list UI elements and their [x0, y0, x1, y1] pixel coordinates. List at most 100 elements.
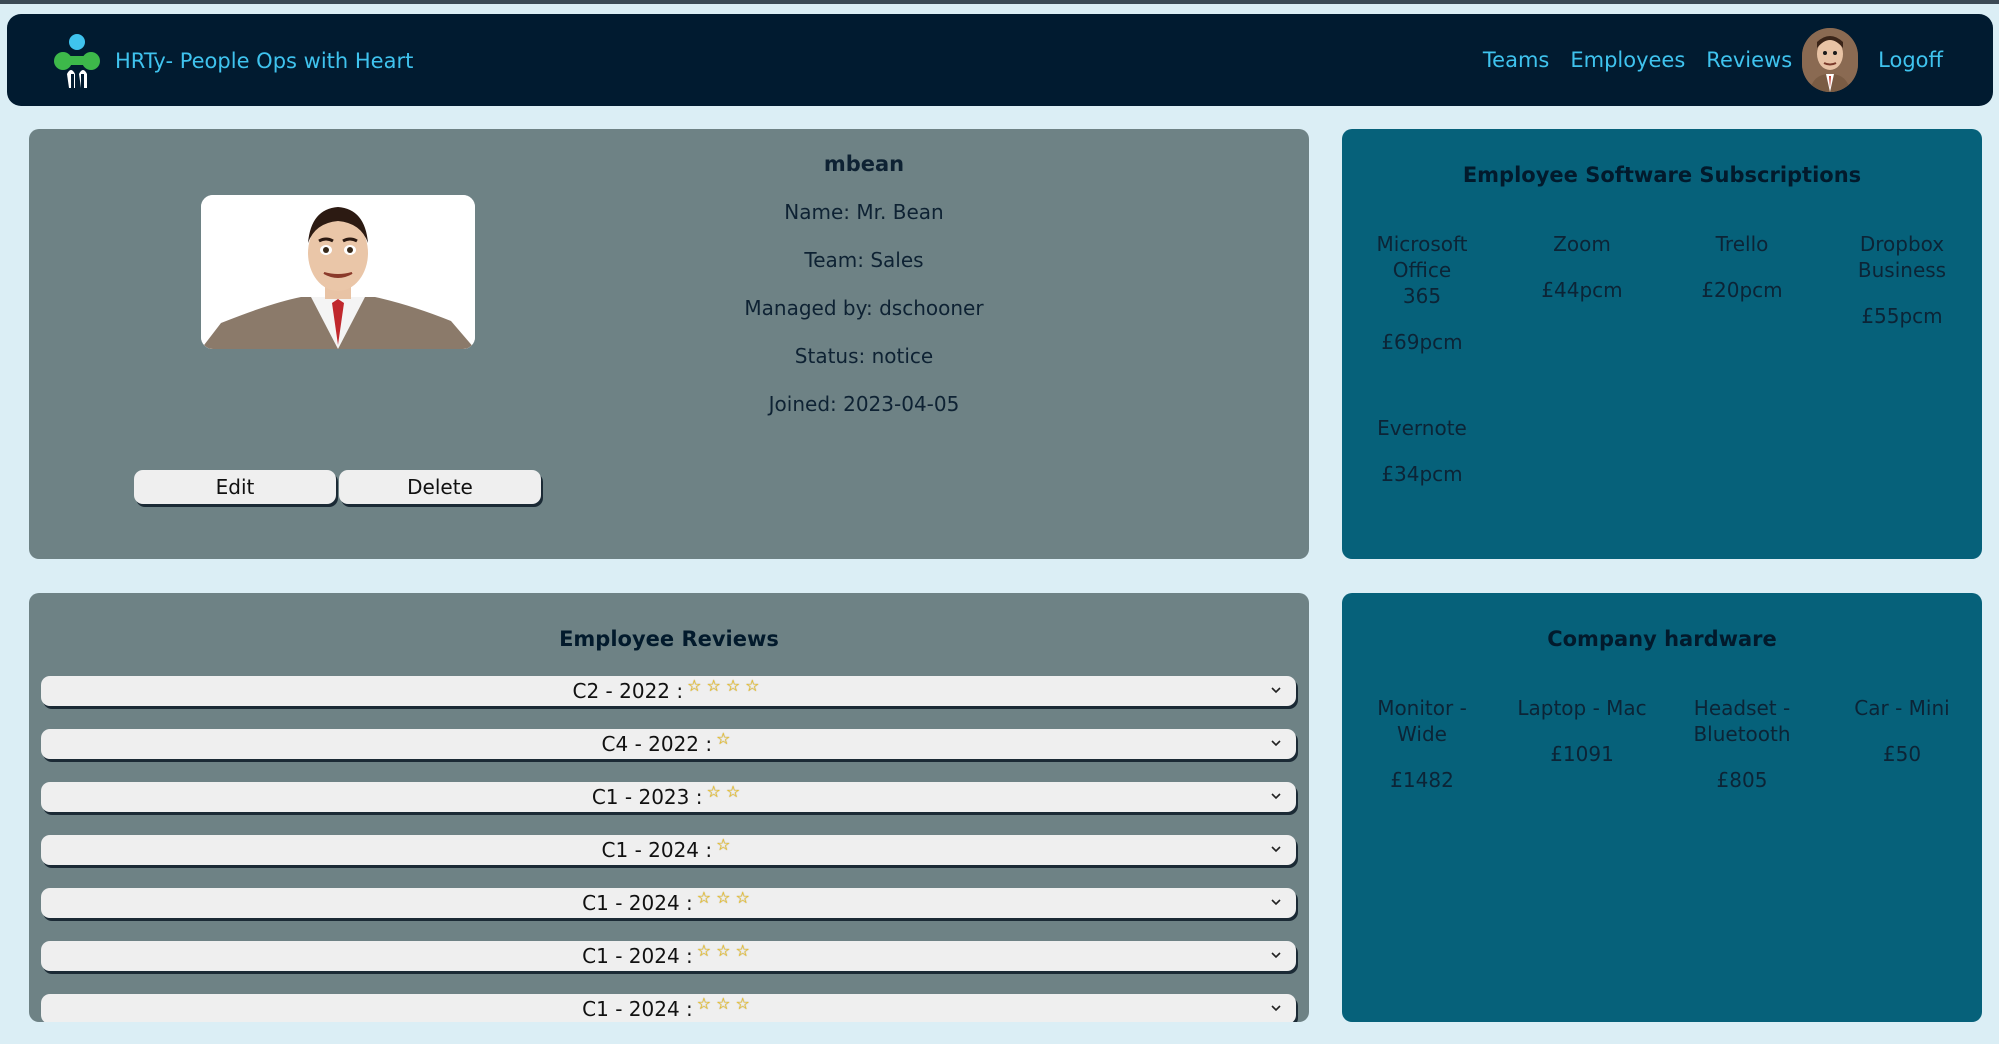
- edit-button[interactable]: Edit: [134, 470, 336, 504]
- software-name: Zoom: [1553, 232, 1611, 256]
- profile-panel: mbean Name: Mr. Bean Team: Sales Managed…: [29, 129, 1309, 559]
- review-row[interactable]: C1 - 2024 : ☆: [41, 835, 1296, 865]
- review-row[interactable]: C1 - 2024 : ☆ ☆ ☆: [41, 941, 1296, 971]
- star-icon: ☆: [716, 940, 731, 960]
- review-label: C2 - 2022 :: [572, 679, 684, 703]
- profile-status: Status: notice: [794, 344, 934, 368]
- star-icon: ☆: [745, 675, 760, 695]
- hardware-item: Car - Mini £50: [1822, 695, 1982, 793]
- hardware-price: £1091: [1550, 742, 1614, 766]
- hardware-price: £50: [1882, 742, 1922, 766]
- nav-link-employees[interactable]: Employees: [1570, 48, 1685, 72]
- software-item: Evernote £34pcm: [1342, 415, 1502, 487]
- star-rating: ☆ ☆ ☆: [697, 994, 755, 1013]
- software-price: £69pcm: [1381, 330, 1463, 354]
- profile-manager: Managed by: dschooner: [744, 296, 984, 320]
- star-icon: ☆: [725, 675, 741, 695]
- star-icon: ☆: [687, 675, 702, 695]
- star-rating: ☆ ☆ ☆: [697, 888, 755, 907]
- star-icon: ☆: [725, 781, 741, 801]
- software-price: £55pcm: [1861, 304, 1943, 328]
- hardware-panel: Company hardware Monitor - Wide £1482 La…: [1342, 593, 1982, 1022]
- star-rating: ☆ ☆ ☆: [697, 941, 755, 960]
- chevron-down-icon[interactable]: [1270, 790, 1282, 802]
- review-label: C1 - 2024 :: [582, 891, 693, 915]
- star-icon: ☆: [716, 993, 731, 1013]
- reviews-title: Employee Reviews: [559, 627, 779, 651]
- review-row[interactable]: C1 - 2024 : ☆ ☆ ☆: [41, 888, 1296, 918]
- nav-link-reviews[interactable]: Reviews: [1706, 48, 1792, 72]
- nav-links: Teams Employees Reviews Logoff: [1462, 14, 1943, 106]
- star-rating: ☆ ☆: [706, 782, 745, 801]
- star-icon: ☆: [696, 940, 712, 960]
- software-price: £20pcm: [1701, 278, 1783, 302]
- review-label: C1 - 2024 :: [582, 997, 693, 1021]
- chevron-down-icon[interactable]: [1270, 737, 1282, 749]
- hardware-list: Monitor - Wide £1482 Laptop - Mac £1091 …: [1342, 695, 1982, 853]
- star-rating: ☆ ☆ ☆ ☆: [687, 676, 764, 695]
- chevron-down-icon[interactable]: [1270, 1002, 1282, 1014]
- software-item: Trello £20pcm: [1662, 231, 1822, 355]
- hardware-price: £1482: [1390, 768, 1454, 792]
- hardware-item: Laptop - Mac £1091: [1502, 695, 1662, 793]
- profile-team: Team: Sales: [804, 248, 924, 272]
- software-name: Evernote: [1377, 416, 1467, 440]
- profile-joined: Joined: 2023-04-05: [768, 392, 960, 416]
- nav-link-teams[interactable]: Teams: [1483, 48, 1549, 72]
- software-price: £44pcm: [1541, 278, 1623, 302]
- star-icon: ☆: [735, 887, 750, 907]
- people-logo-icon: [43, 30, 115, 92]
- software-name: Dropbox Business: [1857, 232, 1947, 282]
- star-icon: ☆: [706, 781, 721, 801]
- star-rating: ☆: [716, 729, 735, 748]
- review-row[interactable]: C1 - 2023 : ☆ ☆: [41, 782, 1296, 812]
- delete-button[interactable]: Delete: [339, 470, 541, 504]
- profile-name: Name: Mr. Bean: [784, 200, 944, 224]
- star-icon: ☆: [696, 887, 712, 907]
- review-label: C4 - 2022 :: [601, 732, 713, 756]
- software-panel: Employee Software Subscriptions Microsof…: [1342, 129, 1982, 559]
- software-title: Employee Software Subscriptions: [1462, 163, 1862, 187]
- software-price: £34pcm: [1381, 462, 1463, 486]
- review-list: C2 - 2022 : ☆ ☆ ☆ ☆ C4 - 2022 : ☆ C1 - 2023 : ☆ ☆…: [41, 676, 1296, 1022]
- software-name: Trello: [1715, 232, 1769, 256]
- star-icon: ☆: [716, 834, 731, 854]
- logoff-link[interactable]: Logoff: [1878, 48, 1943, 72]
- hardware-item: Monitor - Wide £1482: [1342, 695, 1502, 793]
- hardware-name: Car - Mini: [1854, 696, 1950, 720]
- reviews-panel: Employee Reviews C2 - 2022 : ☆ ☆ ☆ ☆ C4 - 202…: [29, 593, 1309, 1022]
- software-name: Microsoft Office 365: [1376, 232, 1468, 308]
- software-list: Microsoft Office 365 £69pcm Zoom £44pcm …: [1342, 231, 1982, 547]
- software-item: Zoom £44pcm: [1502, 231, 1662, 355]
- profile-photo: [201, 195, 475, 349]
- software-item: Microsoft Office 365 £69pcm: [1342, 231, 1502, 355]
- hardware-item: Headset - Bluetooth £805: [1662, 695, 1822, 793]
- chevron-down-icon[interactable]: [1270, 949, 1282, 961]
- review-label: C1 - 2024 :: [582, 944, 693, 968]
- star-rating: ☆: [716, 835, 735, 854]
- star-icon: ☆: [716, 887, 731, 907]
- chevron-down-icon[interactable]: [1270, 684, 1282, 696]
- profile-username: mbean: [823, 152, 905, 176]
- hardware-price: £805: [1716, 768, 1768, 792]
- chevron-down-icon[interactable]: [1270, 843, 1282, 855]
- chevron-down-icon[interactable]: [1270, 896, 1282, 908]
- hardware-name: Laptop - Mac: [1517, 696, 1647, 720]
- top-border: [0, 0, 1999, 4]
- star-icon: ☆: [735, 940, 750, 960]
- review-label: C1 - 2024 :: [601, 838, 713, 862]
- review-label: C1 - 2023 :: [591, 785, 703, 809]
- review-row[interactable]: C2 - 2022 : ☆ ☆ ☆ ☆: [41, 676, 1296, 706]
- brand[interactable]: HRTy- People Ops with Heart: [43, 30, 413, 92]
- review-row[interactable]: C4 - 2022 : ☆: [41, 729, 1296, 759]
- user-avatar[interactable]: [1802, 28, 1859, 92]
- review-row[interactable]: C1 - 2024 : ☆ ☆ ☆: [41, 994, 1296, 1022]
- star-icon: ☆: [716, 728, 731, 748]
- star-icon: ☆: [706, 675, 721, 695]
- star-icon: ☆: [735, 993, 750, 1013]
- brand-name: HRTy- People Ops with Heart: [115, 49, 414, 73]
- hardware-name: Headset - Bluetooth: [1693, 696, 1791, 746]
- star-icon: ☆: [696, 993, 712, 1013]
- profile-info: mbean Name: Mr. Bean Team: Sales Managed…: [549, 149, 1179, 437]
- hardware-title: Company hardware: [1547, 627, 1777, 651]
